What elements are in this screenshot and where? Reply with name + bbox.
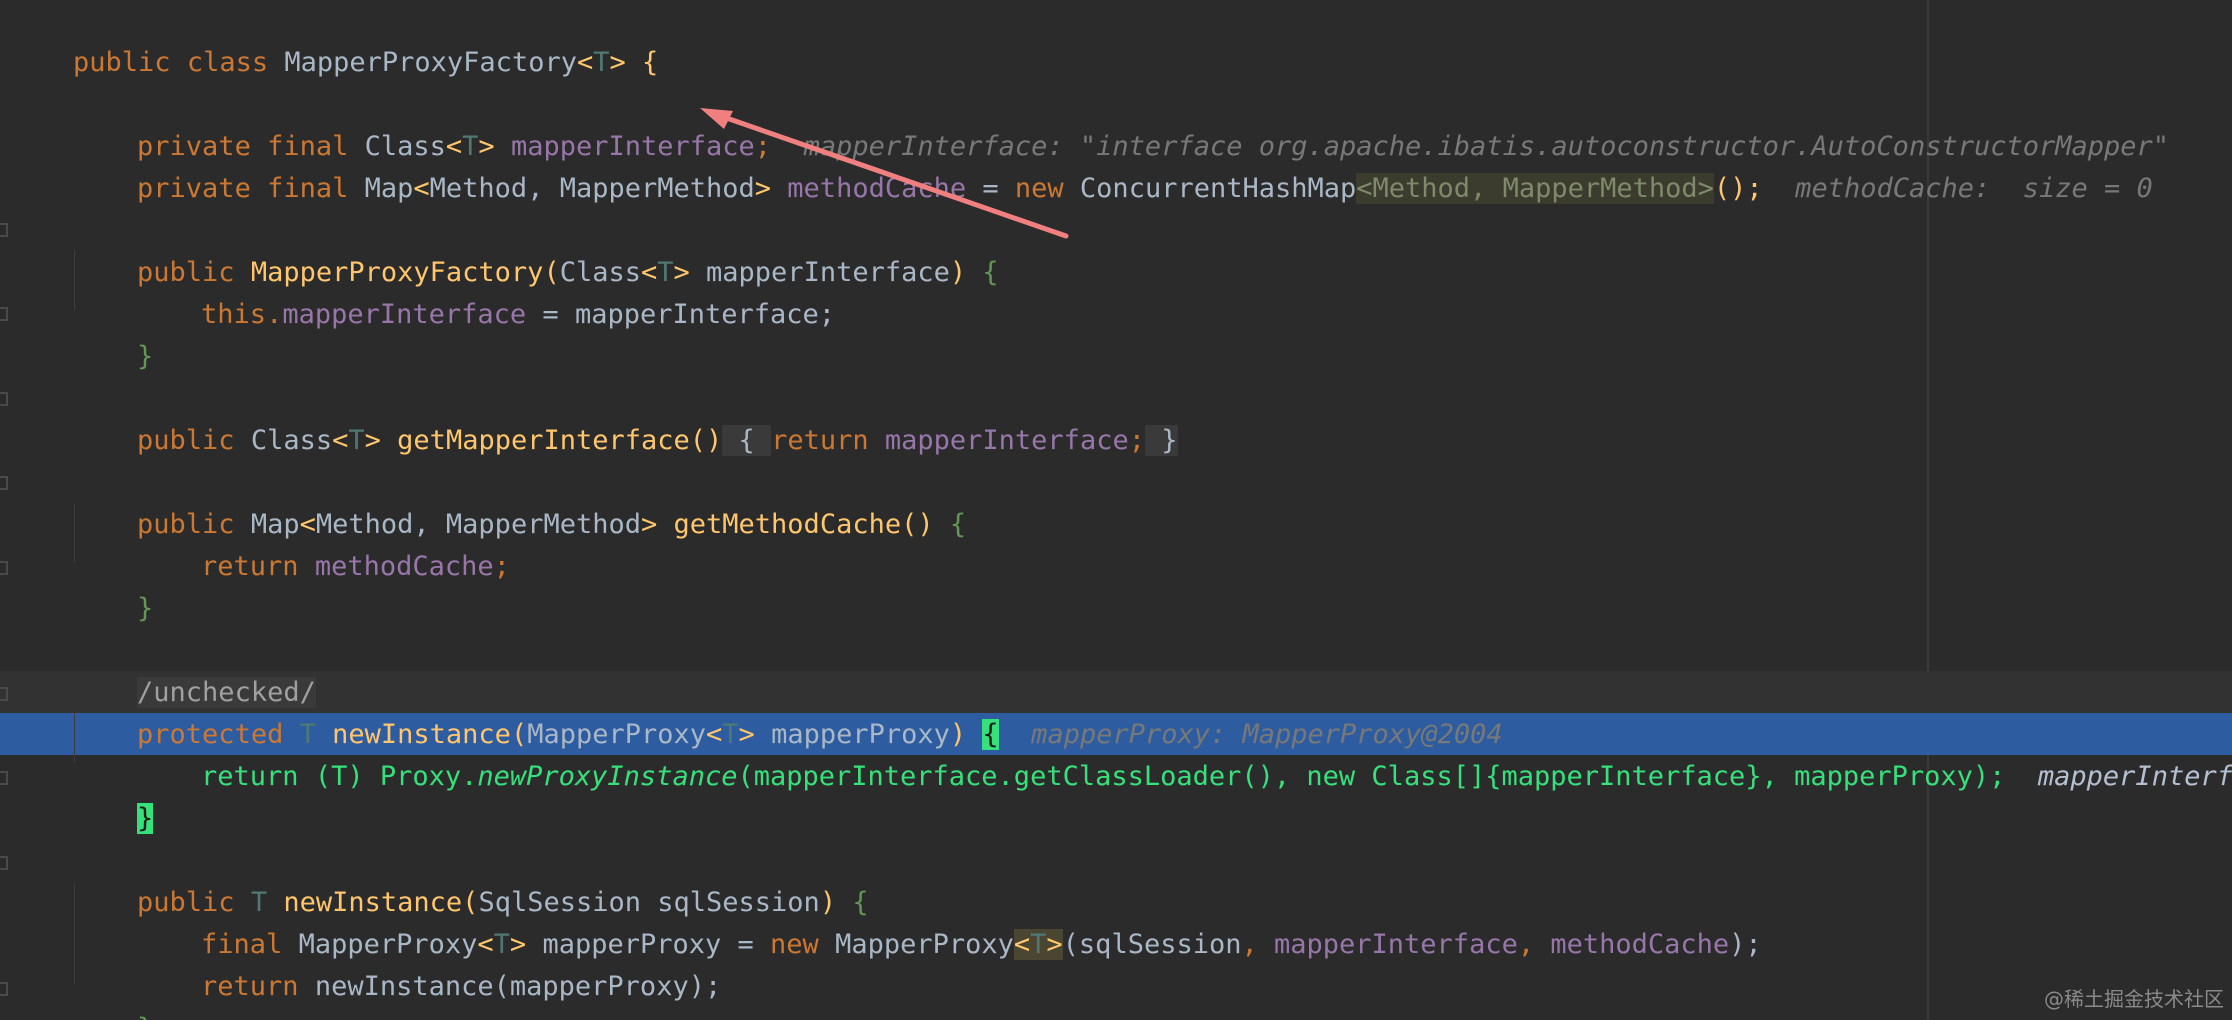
angle-close-token: > — [640, 509, 658, 540]
brace-token: { — [982, 257, 999, 288]
angle-close-token: > — [1046, 929, 1063, 960]
assign-token: = — [966, 173, 1015, 204]
type-args-token: Method, MapperMethod — [429, 173, 755, 204]
brace-token: { — [625, 47, 659, 78]
angle-open-token: < — [413, 173, 430, 204]
fold-marker[interactable] — [0, 982, 8, 996]
call-token: newInstance(mapperProxy); — [314, 971, 722, 1002]
dot-token: . — [266, 299, 283, 330]
angle-close-token: > — [754, 173, 772, 204]
type-param-token: T — [1030, 929, 1047, 960]
code-line-constructor-end[interactable]: } — [72, 294, 153, 372]
field-token: methodCache — [1550, 929, 1730, 960]
this-keyword-token: this — [201, 299, 267, 330]
code-editor[interactable]: public class MapperProxyFactory<T> { pri… — [0, 0, 2232, 1020]
assignment-token: = mapperInterface; — [526, 299, 836, 330]
type-token: Map — [364, 173, 414, 204]
code-line-field-mapper-interface[interactable]: private final Class<T> mapperInterface; … — [72, 84, 2169, 162]
new-keyword-token: new — [1014, 173, 1080, 204]
brace-token: } — [137, 1013, 153, 1020]
explicit-type-args-token: <Method, MapperMethod> — [1356, 173, 1714, 204]
semicolon-token: ; — [1128, 425, 1145, 456]
angle-close-token: > — [364, 425, 381, 456]
angle-close-token: > — [609, 47, 626, 78]
code-line-getter-method-cache[interactable]: public Map<Method, MapperMethod> getMeth… — [72, 462, 966, 540]
paren-token: () — [901, 509, 950, 540]
code-line-new-instance-proxy-end[interactable]: } — [72, 756, 154, 834]
constructor-token: ConcurrentHashMap — [1079, 173, 1357, 204]
keyword-token: public — [137, 425, 251, 456]
watermark: @稀土掘金技术社区 — [2044, 987, 2224, 1011]
field-token: mapperInterface — [1274, 929, 1518, 960]
field-token: methodCache — [314, 551, 494, 582]
return-keyword-token: return — [201, 551, 315, 582]
code-line-constructor-decl[interactable]: public MapperProxyFactory(Class<T> mappe… — [72, 210, 999, 288]
args-close-token: ); — [1729, 929, 1762, 960]
paren-token: ) — [949, 257, 983, 288]
brace-token: { — [949, 509, 967, 540]
fold-marker[interactable] — [0, 223, 8, 237]
code-line-new-instance-session[interactable]: public T newInstance(SqlSession sqlSessi… — [72, 840, 869, 918]
semicolon-token: ; — [493, 551, 510, 582]
fold-marker[interactable] — [0, 687, 8, 701]
type-param-token: T — [593, 47, 610, 78]
angle-open-token: < — [576, 47, 594, 78]
folded-region-close[interactable]: } — [1144, 425, 1178, 456]
fold-marker[interactable] — [0, 771, 8, 785]
angle-open-token: < — [332, 425, 349, 456]
call-args-token: (mapperInterface.getClassLoader(), new C… — [737, 761, 2006, 792]
field-token: mapperInterface — [884, 425, 1129, 456]
field-token: mapperInterface — [282, 299, 527, 330]
folded-region-open[interactable]: { — [722, 425, 772, 456]
code-line-new-instance-proxy[interactable]: protected T newInstance(MapperProxy<T> m… — [72, 672, 1503, 750]
code-line-getter-cache-body[interactable]: return methodCache; — [136, 504, 510, 582]
debug-inline-value: mapperInterface: " — [2037, 761, 2232, 792]
type-token: Class — [250, 425, 333, 456]
field-token: methodCache — [787, 173, 967, 204]
fold-marker[interactable] — [0, 392, 8, 406]
keyword-token: public class — [73, 47, 285, 78]
code-line-getter-cache-end[interactable]: } — [72, 546, 153, 624]
type-param-token: T — [348, 425, 365, 456]
code-line-getter-mapper-interface[interactable]: public Class<T> getMapperInterface() { r… — [72, 378, 1178, 456]
method-name-token: getMethodCache — [673, 509, 902, 540]
class-name-token: MapperProxyFactory — [284, 47, 577, 78]
code-line-new-instance-session-body2[interactable]: return newInstance(mapperProxy); — [136, 924, 721, 1002]
args-token: (sqlSession — [1062, 929, 1242, 960]
fold-marker[interactable] — [0, 307, 8, 321]
paren-token: () — [689, 425, 723, 456]
code-line-field-method-cache[interactable]: private final Map<Method, MapperMethod> … — [72, 126, 2153, 204]
fold-marker[interactable] — [0, 476, 8, 490]
brace-token: } — [137, 341, 154, 372]
code-line-class-decl[interactable]: public class MapperProxyFactory<T> { — [8, 0, 658, 78]
new-keyword-token: new — [770, 929, 836, 960]
comma-token: , — [1241, 929, 1274, 960]
fold-marker[interactable] — [0, 856, 8, 870]
code-line-constructor-body[interactable]: this.mapperInterface = mapperInterface; — [136, 252, 835, 330]
return-keyword-token: return — [771, 425, 885, 456]
call-tail-token: (); — [1713, 173, 1763, 204]
angle-open-token: < — [1013, 929, 1031, 960]
code-line-suppress-annotation[interactable]: /unchecked/ — [72, 630, 316, 708]
constructor-token: MapperProxy — [835, 929, 1014, 960]
keyword-token: private final — [137, 173, 365, 204]
method-name-token: getMapperInterface — [397, 425, 690, 456]
return-statement-token: return (T) Proxy. — [201, 761, 478, 792]
matched-brace-token: } — [137, 803, 154, 834]
code-line-new-instance-session-body1[interactable]: final MapperProxy<T> mapperProxy = new M… — [136, 882, 1762, 960]
static-method-token: newProxyInstance — [477, 761, 738, 792]
brace-token: } — [137, 593, 154, 624]
code-line-new-instance-session-end[interactable]: } — [72, 966, 153, 1020]
code-line-execution-point[interactable]: return (T) Proxy.newProxyInstance(mapper… — [136, 714, 2232, 792]
comma-token: , — [1517, 929, 1551, 960]
fold-marker[interactable] — [0, 561, 8, 575]
return-keyword-token: return — [201, 971, 315, 1002]
debug-inline-value: methodCache: size = 0 — [1762, 173, 2153, 204]
